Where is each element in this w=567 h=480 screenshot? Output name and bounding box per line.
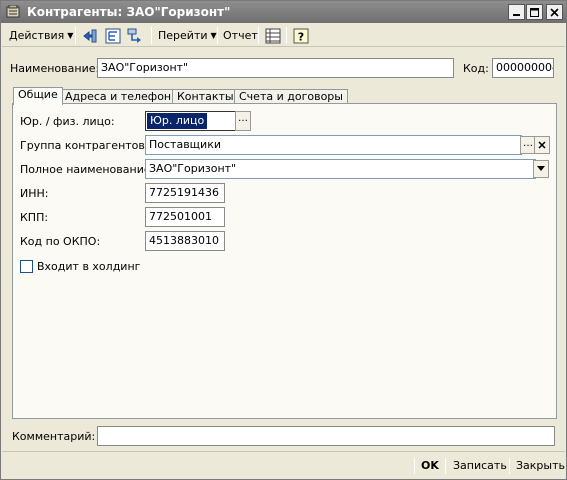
group-value: Поставщики xyxy=(149,138,221,151)
okpo-field[interactable]: 4513883010 xyxy=(145,231,225,251)
holding-label: Входит в холдинг xyxy=(37,260,141,273)
tab-addresses[interactable]: Адреса и телефоны xyxy=(60,89,185,104)
tree-structure-icon xyxy=(105,28,121,44)
inn-field[interactable]: 7725191436 xyxy=(145,183,225,203)
help-label: ? xyxy=(298,31,304,44)
maximize-button[interactable] xyxy=(526,4,543,20)
tab-contacts[interactable]: Контакты xyxy=(172,89,239,104)
hierarchy-button[interactable] xyxy=(126,27,144,45)
okpo-value: 4513883010 xyxy=(149,234,219,247)
move-to-parent-button[interactable] xyxy=(81,27,99,45)
help-button[interactable]: ? xyxy=(292,27,310,45)
toolbar-separator xyxy=(151,27,152,44)
toolbar-separator xyxy=(217,27,218,44)
dropdown-arrow-icon: ▼ xyxy=(67,31,74,40)
type-select-button[interactable]: … xyxy=(235,111,251,131)
save-button[interactable]: Записать xyxy=(453,459,507,472)
actions-menu-label: Действия xyxy=(9,29,65,42)
structure-button[interactable] xyxy=(104,27,122,45)
toolbar-separator xyxy=(75,27,76,44)
fullname-label: Полное наименование: xyxy=(20,163,155,176)
comment-label: Комментарий: xyxy=(12,430,96,443)
title-bar[interactable]: Контрагенты: ЗАО"Горизонт" xyxy=(1,1,566,23)
arrow-down-icon xyxy=(127,28,141,43)
type-label: Юр. / физ. лицо: xyxy=(20,115,115,128)
counterparty-window: Контрагенты: ЗАО"Горизонт" Действия ▼ Пе… xyxy=(0,0,567,480)
close-window-button[interactable] xyxy=(546,4,563,20)
footer-separator xyxy=(414,458,415,474)
list-icon xyxy=(265,28,281,44)
group-clear-button[interactable] xyxy=(534,136,550,154)
kpp-label: КПП: xyxy=(20,211,49,224)
goto-menu[interactable]: Перейти ▼ xyxy=(158,27,217,45)
toolbar-separator xyxy=(286,27,287,44)
inn-label: ИНН: xyxy=(20,187,49,200)
type-value: Юр. лицо xyxy=(147,113,208,129)
fullname-value: ЗАО"Горизонт" xyxy=(149,162,237,175)
window-title: Контрагенты: ЗАО"Горизонт" xyxy=(27,5,231,19)
holding-checkbox[interactable] xyxy=(20,260,33,273)
close-icon xyxy=(550,7,559,17)
minimize-icon xyxy=(513,13,520,16)
kpp-field[interactable]: 772501001 xyxy=(145,207,225,227)
footer-separator xyxy=(509,458,510,474)
code-label: Код: xyxy=(463,62,489,75)
name-value: ЗАО"Горизонт" xyxy=(101,61,189,74)
report-button[interactable]: Отчет xyxy=(223,27,258,45)
toolbar-separator xyxy=(258,27,259,44)
app-icon xyxy=(6,4,20,18)
group-field[interactable]: Поставщики xyxy=(145,135,522,155)
inn-value: 7725191436 xyxy=(149,186,219,199)
minimize-button[interactable] xyxy=(508,4,525,20)
footer-separator xyxy=(445,458,446,474)
toolbar: Действия ▼ Перейти ▼ Отчет ? xyxy=(2,24,565,47)
fullname-field[interactable]: ЗАО"Горизонт" xyxy=(145,159,536,179)
comment-field[interactable] xyxy=(97,426,555,446)
tab-accounts[interactable]: Счета и договоры xyxy=(234,89,348,104)
kpp-value: 772501001 xyxy=(149,210,212,223)
close-button[interactable]: Закрыть xyxy=(516,459,565,472)
clear-icon xyxy=(538,141,546,149)
list-view-button[interactable] xyxy=(264,27,282,45)
maximize-icon xyxy=(530,7,539,17)
fullname-dropdown-button[interactable] xyxy=(533,160,549,178)
chevron-down-icon xyxy=(537,166,545,171)
help-icon: ? xyxy=(293,28,309,44)
dropdown-arrow-icon: ▼ xyxy=(210,31,217,40)
goto-menu-label: Перейти xyxy=(158,29,208,42)
name-label: Наименование: xyxy=(10,62,100,75)
type-field[interactable]: Юр. лицо xyxy=(145,111,237,131)
footer-bar: OK Записать Закрыть xyxy=(2,451,565,479)
name-field[interactable]: ЗАО"Горизонт" xyxy=(97,58,454,78)
okpo-label: Код по ОКПО: xyxy=(20,235,101,248)
arrow-left-icon xyxy=(83,29,97,43)
code-value: 000000004 xyxy=(496,61,554,74)
code-field[interactable]: 000000004 xyxy=(492,58,554,78)
actions-menu[interactable]: Действия ▼ xyxy=(9,27,73,45)
group-label: Группа контрагентов: xyxy=(20,139,149,152)
ok-button[interactable]: OK xyxy=(421,459,439,472)
tab-general[interactable]: Общие xyxy=(13,87,63,105)
